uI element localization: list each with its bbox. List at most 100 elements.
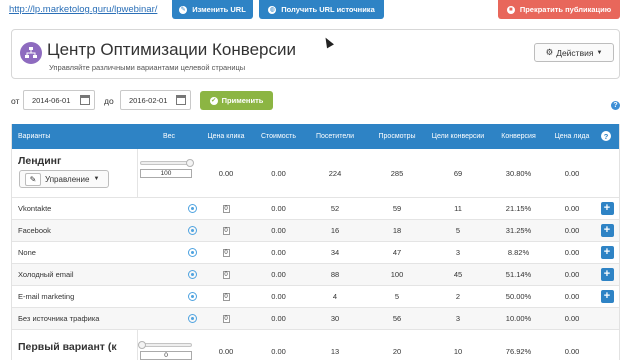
source-row: Без источника трафика 0 0.00 30 56 3 10.… [12, 308, 619, 330]
source-name: Facebook [18, 226, 51, 235]
lead-price-cell: 0.00 [564, 226, 580, 235]
column-header: Вес [162, 132, 176, 140]
date-to-input[interactable]: 2016-02-01 [120, 90, 191, 110]
column-header: Цена клика [207, 132, 245, 140]
cost-cell: 0.00 [271, 292, 286, 301]
column-header: Цена лида [554, 132, 590, 140]
cpc-cell: 0.00 [218, 168, 234, 178]
target-icon[interactable] [187, 204, 197, 213]
top-bar: http://lp.marketolog.guru/lpwebinar/ ✎ И… [0, 0, 640, 22]
cost-cell: 0.00 [271, 347, 286, 356]
weight-input[interactable]: 0 [222, 292, 230, 301]
views-cell: 56 [392, 314, 402, 323]
cpc-cell: 0.00 [218, 347, 234, 356]
weight-slider[interactable] [140, 343, 192, 347]
source-name: Без источника трафика [18, 314, 100, 323]
views-cell: 5 [394, 292, 400, 301]
add-icon[interactable]: + [600, 246, 614, 259]
goals-cell: 5 [455, 226, 461, 235]
source-name: None [18, 248, 36, 257]
cost-cell: 0.00 [271, 204, 286, 213]
weight-input[interactable]: 0 [222, 226, 230, 235]
group-row: Лендинг ✎ Управление ▼ 100 0.00 0.00 224… [12, 149, 619, 198]
get-source-url-button[interactable]: ◍ Получить URL источника [259, 0, 384, 19]
goals-cell: 11 [454, 204, 462, 213]
weight-input[interactable]: 0 [222, 204, 230, 213]
conversion-cell: 21.15% [505, 204, 532, 213]
lead-price-cell: 0.00 [564, 314, 580, 323]
apply-button[interactable]: ✔ Применить [200, 91, 273, 110]
visitors-cell: 224 [328, 168, 342, 178]
goals-cell: 10 [453, 347, 463, 356]
conversion-cell: 30.80% [505, 168, 532, 178]
group-title: Лендинг [18, 155, 62, 167]
stop-publish-label: Прекратить публикацию [519, 5, 612, 14]
column-header: Цели конверсии [431, 132, 485, 140]
weight-input[interactable]: 0 [222, 248, 230, 257]
target-icon[interactable] [187, 270, 197, 279]
cost-cell: 0.00 [271, 226, 286, 235]
page-title: Центр Оптимизации Конверсии [47, 40, 296, 59]
caret-down-icon: ▼ [93, 176, 100, 182]
change-url-button[interactable]: ✎ Изменить URL [172, 0, 253, 19]
source-row: Холодный email 0 0.00 88 100 45 51.14% 0… [12, 264, 619, 286]
column-header: Стоимость [260, 132, 297, 140]
change-url-label: Изменить URL [192, 5, 246, 14]
target-icon[interactable] [187, 314, 197, 323]
source-name: Vkontakte [18, 204, 52, 213]
add-icon[interactable]: + [600, 224, 614, 237]
globe-icon: ◍ [268, 5, 277, 14]
visitors-cell: 88 [330, 270, 340, 279]
conversion-cell: 8.82% [507, 248, 530, 257]
visitors-cell: 52 [330, 204, 340, 213]
lead-price-cell: 0.00 [564, 292, 580, 301]
column-help-icon[interactable]: ? [601, 131, 611, 141]
calendar-icon [176, 95, 186, 105]
help-icon[interactable]: ? [611, 101, 620, 110]
header-panel: Центр Оптимизации Конверсии Управляйте р… [11, 29, 620, 79]
group-row: Первый вариант (к 0 0.00 0.00 13 20 10 7… [12, 330, 619, 360]
date-to-label: до [104, 96, 114, 106]
weight-slider[interactable] [140, 161, 192, 165]
manage-label: Управление [45, 174, 90, 184]
weight-input[interactable]: 0 [140, 351, 192, 360]
stop-publish-button[interactable]: ■ Прекратить публикацию [498, 0, 620, 19]
weight-input[interactable]: 0 [222, 270, 230, 279]
visitors-cell: 34 [330, 248, 340, 257]
add-icon[interactable]: + [600, 268, 614, 281]
weight-slider-handle[interactable] [186, 159, 194, 167]
views-cell: 100 [390, 270, 404, 279]
column-header: Конверсия [501, 132, 536, 140]
actions-dropdown-button[interactable]: ⚙ Действия ▼ [534, 43, 614, 62]
source-row: Vkontakte 0 0.00 52 59 11 21.15% 0.00 + [12, 198, 619, 220]
page-subtitle: Управляйте различными вариантами целевой… [49, 63, 246, 72]
landing-url-link[interactable]: http://lp.marketolog.guru/lpwebinar/ [9, 4, 157, 15]
target-icon[interactable] [187, 292, 197, 301]
views-cell: 18 [392, 226, 402, 235]
gear-icon: ⚙ [545, 47, 554, 57]
edit-icon: ✎ [25, 172, 41, 186]
target-icon[interactable] [187, 248, 197, 257]
conversion-cell: 76.92% [505, 347, 532, 356]
goals-cell: 2 [455, 292, 461, 301]
manage-dropdown-button[interactable]: ✎ Управление ▼ [19, 170, 109, 188]
visitors-cell: 13 [330, 347, 340, 356]
caret-down-icon: ▼ [596, 49, 603, 56]
cost-cell: 0.00 [271, 248, 286, 257]
lead-price-cell: 0.00 [564, 248, 580, 257]
actions-label: Действия [556, 47, 594, 58]
weight-slider-handle[interactable] [138, 341, 146, 349]
conversion-cell: 50.00% [505, 292, 532, 301]
lead-price-cell: 0.00 [564, 168, 580, 178]
variants-table: Варианты Вес Цена клика Стоимость Посети… [11, 124, 620, 360]
target-icon[interactable] [187, 226, 197, 235]
goals-cell: 69 [453, 168, 463, 178]
weight-input[interactable]: 0 [222, 314, 230, 323]
group-title: Первый вариант (к [18, 341, 117, 353]
weight-input[interactable]: 100 [140, 169, 192, 178]
conversion-cell: 51.14% [505, 270, 532, 279]
add-icon[interactable]: + [600, 202, 614, 215]
add-icon[interactable]: + [600, 290, 614, 303]
views-cell: 47 [392, 248, 402, 257]
date-from-input[interactable]: 2014-06-01 [23, 90, 95, 110]
